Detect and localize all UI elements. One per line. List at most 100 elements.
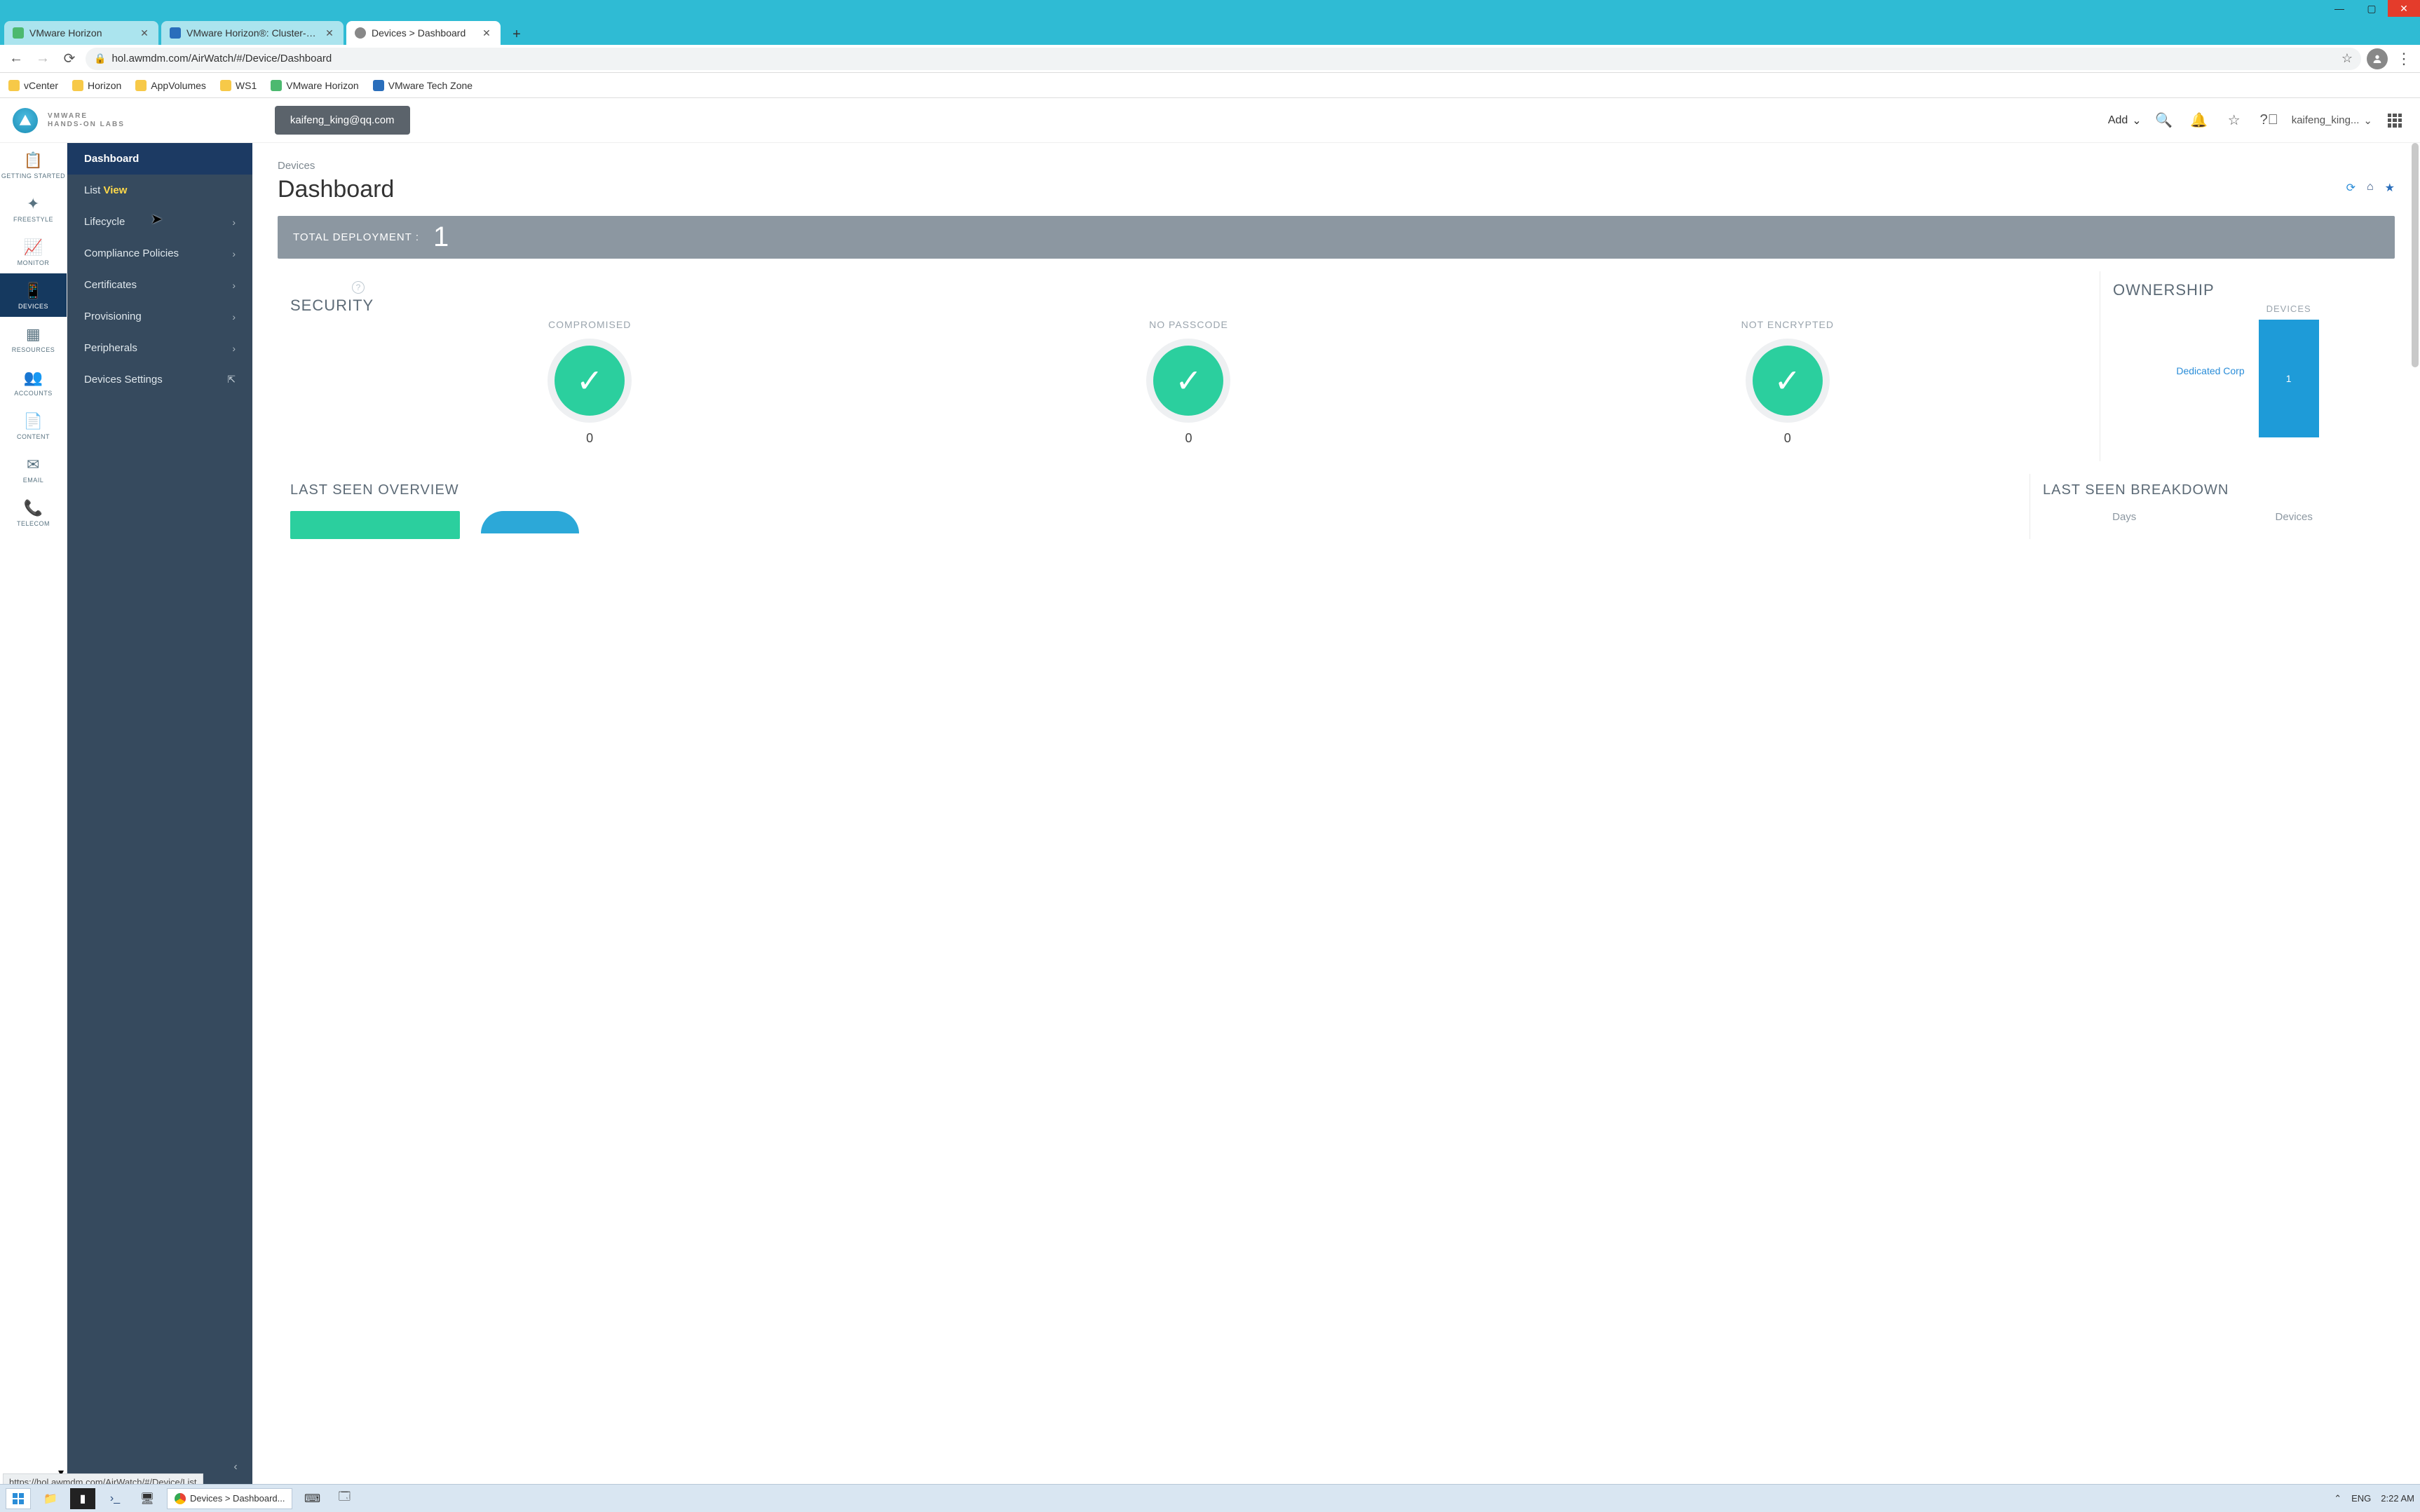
breadcrumb[interactable]: Devices <box>278 160 2395 172</box>
ownership-bar[interactable]: 1 <box>2259 320 2319 437</box>
chevron-down-icon: ⌄ <box>2132 114 2141 128</box>
bookmark-item[interactable]: vCenter <box>8 80 58 91</box>
bookmark-item[interactable]: Horizon <box>72 80 121 91</box>
rail-getting-started[interactable]: 📋GETTING STARTED <box>0 143 67 186</box>
bookmark-item[interactable]: AppVolumes <box>135 80 206 91</box>
star-icon[interactable]: ☆ <box>2222 108 2247 133</box>
ownership-card: OWNERSHIP Dedicated Corp DEVICES 1 <box>2100 271 2395 461</box>
help-tooltip-icon[interactable]: ? <box>352 281 365 294</box>
browser-menu-button[interactable]: ⋮ <box>2393 50 2414 68</box>
taskbar-explorer-icon[interactable]: 📁 <box>38 1488 63 1509</box>
bookmark-star-icon[interactable]: ☆ <box>2341 51 2353 66</box>
start-button[interactable] <box>6 1488 31 1509</box>
org-account-chip[interactable]: kaifeng_king@qq.com <box>275 106 410 135</box>
subnav-dashboard[interactable]: Dashboard <box>67 143 252 175</box>
browser-tab[interactable]: VMware Horizon®: Cluster-HOR ✕ <box>161 21 344 45</box>
subnav-label: Lifecycle <box>84 216 125 228</box>
add-button[interactable]: Add ⌄ <box>2108 114 2142 128</box>
window-close-button[interactable]: ✕ <box>2388 0 2420 17</box>
address-bar[interactable]: 🔒 hol.awmdm.com/AirWatch/#/Device/Dashbo… <box>86 48 2361 70</box>
taskbar-chrome-task[interactable]: Devices > Dashboard... <box>167 1488 292 1509</box>
taskbar-app-icon[interactable]: 🗔 <box>332 1488 357 1509</box>
bookmark-item[interactable]: WS1 <box>220 80 257 91</box>
profile-avatar-button[interactable] <box>2367 48 2388 69</box>
icon-rail: 📋GETTING STARTED ✦ FREESTYLE 📈MONITOR 📱DE… <box>0 143 67 1484</box>
overview-block-green[interactable] <box>290 511 460 539</box>
refresh-icon[interactable]: ⟳ <box>2346 181 2356 195</box>
bookmark-label: VMware Horizon <box>286 80 358 91</box>
subnav-peripherals[interactable]: Peripherals› <box>67 332 252 364</box>
bookmark-label: VMware Tech Zone <box>388 80 473 91</box>
tray-chevron-icon[interactable]: ⌃ <box>2334 1493 2341 1504</box>
new-tab-button[interactable]: + <box>506 24 527 45</box>
user-menu[interactable]: kaifeng_king... ⌄ <box>2292 114 2372 127</box>
tab-label: VMware Horizon <box>29 27 133 39</box>
rail-accounts[interactable]: 👥ACCOUNTS <box>0 360 67 404</box>
status-ring: ✓ <box>1746 339 1830 423</box>
tab-close-icon[interactable]: ✕ <box>139 27 150 39</box>
window-minimize-button[interactable]: — <box>2323 0 2356 17</box>
taskbar-keyboard-icon[interactable]: ⌨ <box>299 1488 325 1509</box>
rail-resources[interactable]: ▦RESOURCES <box>0 317 67 360</box>
clock[interactable]: 2:22 AM <box>2381 1493 2414 1504</box>
main-content: Devices Dashboard ⟳ ⌂ ★ TOTAL DEPLOYMENT… <box>252 143 2420 1484</box>
back-button[interactable]: ← <box>6 48 27 69</box>
apps-grid-button[interactable] <box>2382 108 2407 133</box>
taskbar-powershell-icon[interactable]: ›_ <box>102 1488 128 1509</box>
subnav-list-view[interactable]: List View <box>67 175 252 206</box>
rail-label: FREESTYLE <box>13 216 53 223</box>
ownership-row-label[interactable]: Dedicated Corp <box>2176 365 2244 376</box>
security-item-count: 0 <box>1784 431 1791 446</box>
rail-monitor[interactable]: 📈MONITOR <box>0 230 67 273</box>
brand-line1: VMWARE <box>48 112 125 121</box>
subnav-compliance-policies[interactable]: Compliance Policies› <box>67 238 252 269</box>
window-maximize-button[interactable]: ▢ <box>2356 0 2388 17</box>
rail-telecom[interactable]: 📞TELECOM <box>0 491 67 534</box>
favorite-star-icon[interactable]: ★ <box>2385 181 2395 195</box>
rail-label: MONITOR <box>18 259 50 266</box>
rail-content[interactable]: 📄CONTENT <box>0 404 67 447</box>
security-no-passcode[interactable]: NO PASSCODE ✓ 0 <box>1129 319 1248 446</box>
subnav-devices-settings[interactable]: Devices Settings⇱ <box>67 364 252 395</box>
subnav-certificates[interactable]: Certificates› <box>67 269 252 301</box>
total-deployment-banner: TOTAL DEPLOYMENT : 1 <box>278 216 2395 259</box>
home-icon[interactable]: ⌂ <box>2367 181 2374 195</box>
security-compromised[interactable]: COMPROMISED ✓ 0 <box>530 319 649 446</box>
taskbar-terminal-icon[interactable]: ▮ <box>70 1488 95 1509</box>
subnav-provisioning[interactable]: Provisioning› <box>67 301 252 332</box>
tab-close-icon[interactable]: ✕ <box>324 27 335 39</box>
reload-button[interactable]: ⟳ <box>59 48 80 69</box>
bell-icon[interactable]: 🔔 <box>2187 108 2212 133</box>
rail-devices[interactable]: 📱DEVICES <box>0 273 67 317</box>
browser-tab[interactable]: VMware Horizon ✕ <box>4 21 158 45</box>
app-page: VMWARE HANDS-ON LABS kaifeng_king@qq.com… <box>0 98 2420 1484</box>
rail-label: EMAIL <box>23 477 44 484</box>
accounts-icon: 👥 <box>24 369 43 387</box>
language-indicator[interactable]: ENG <box>2351 1493 2371 1504</box>
browser-tab-strip: VMware Horizon ✕ VMware Horizon®: Cluste… <box>0 17 2420 45</box>
check-icon: ✓ <box>1153 346 1223 416</box>
subnav-collapse-button[interactable]: ‹ <box>226 1457 245 1477</box>
browser-tab-active[interactable]: Devices > Dashboard ✕ <box>346 21 501 45</box>
forward-button[interactable]: → <box>32 48 53 69</box>
chevron-right-icon: › <box>232 248 236 259</box>
overview-block-blue[interactable] <box>481 511 579 533</box>
devices-subnav: Dashboard List View Lifecycle› Complianc… <box>67 143 252 1484</box>
security-not-encrypted[interactable]: NOT ENCRYPTED ✓ 0 <box>1728 319 1847 446</box>
scrollbar-thumb[interactable] <box>2412 143 2419 367</box>
tab-close-icon[interactable]: ✕ <box>481 27 492 39</box>
rail-freestyle[interactable]: ✦ FREESTYLE <box>0 186 67 230</box>
total-deployment-value: 1 <box>433 222 449 253</box>
security-item-count: 0 <box>586 431 593 446</box>
search-icon[interactable]: 🔍 <box>2152 108 2177 133</box>
last-seen-overview-card: LAST SEEN OVERVIEW <box>278 474 2030 539</box>
chevron-right-icon: › <box>232 343 236 354</box>
bookmark-item[interactable]: VMware Horizon <box>271 80 358 91</box>
taskbar-putty-icon[interactable]: 🖥 <box>135 1488 160 1509</box>
help-icon[interactable]: ?⃝ <box>2257 108 2282 133</box>
bookmark-label: AppVolumes <box>151 80 206 91</box>
freestyle-icon: ✦ <box>27 195 40 213</box>
bookmark-item[interactable]: VMware Tech Zone <box>373 80 473 91</box>
subnav-lifecycle[interactable]: Lifecycle› <box>67 206 252 238</box>
rail-email[interactable]: ✉EMAIL <box>0 447 67 491</box>
